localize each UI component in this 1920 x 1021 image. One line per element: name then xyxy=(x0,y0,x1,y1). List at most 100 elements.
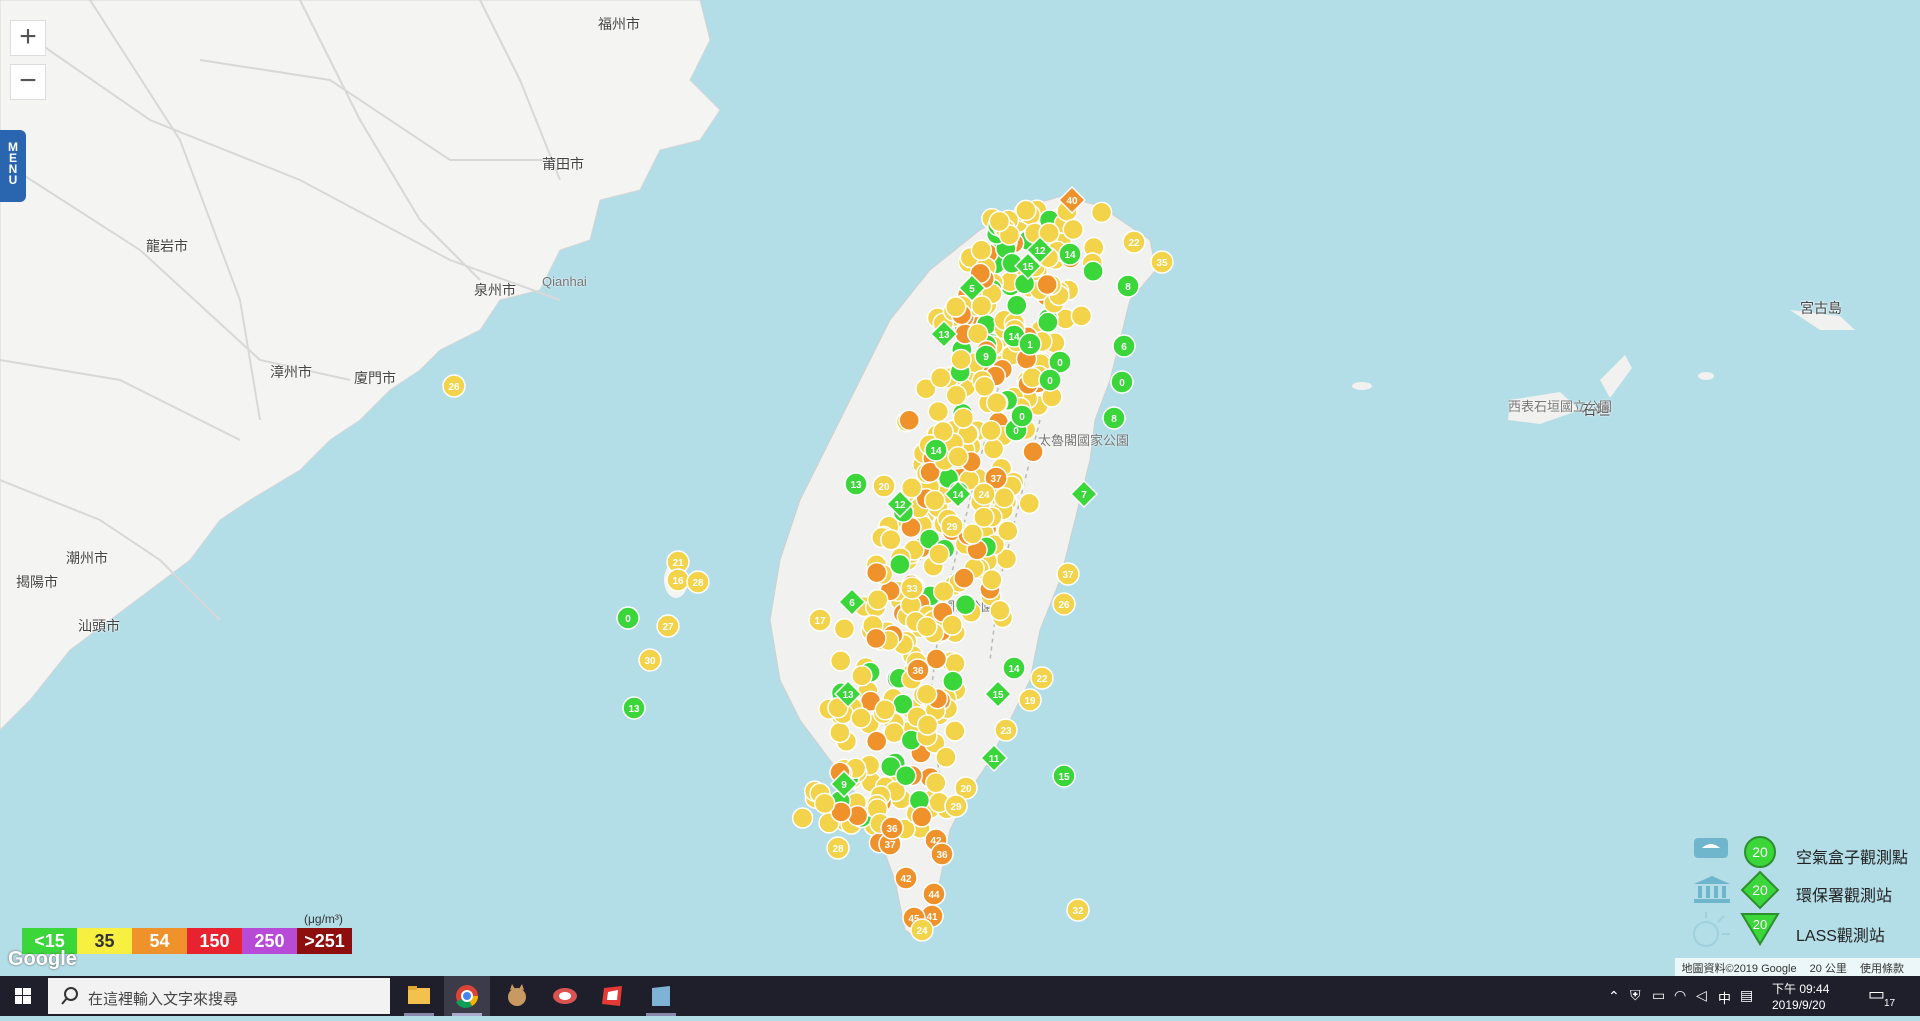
station-marker-labeled[interactable]: 11 xyxy=(979,743,1009,773)
station-marker[interactable] xyxy=(954,593,977,616)
taskbar-search-box[interactable]: 在這裡輸入文字來搜尋 xyxy=(48,978,390,1014)
station-marker[interactable] xyxy=(950,348,972,371)
station-marker[interactable] xyxy=(961,523,984,545)
station-marker[interactable] xyxy=(997,520,1019,542)
station-marker-labeled[interactable]: 26 xyxy=(442,374,466,398)
station-marker[interactable] xyxy=(916,616,938,638)
keyboard-icon[interactable]: ▤ xyxy=(1740,987,1753,1004)
station-marker[interactable] xyxy=(895,764,917,787)
station-marker-labeled[interactable]: 37 xyxy=(1056,562,1080,586)
station-marker[interactable] xyxy=(865,627,887,650)
station-marker-labeled[interactable]: 22 xyxy=(1030,666,1054,690)
zoom-in-button[interactable]: + xyxy=(10,20,46,56)
station-marker-labeled[interactable]: 19 xyxy=(1018,688,1042,712)
taskbar-app-4[interactable] xyxy=(542,976,588,1016)
station-marker-labeled[interactable]: 29 xyxy=(940,514,964,538)
station-marker[interactable] xyxy=(791,807,814,829)
station-marker[interactable] xyxy=(945,296,967,318)
station-marker[interactable] xyxy=(925,772,947,794)
station-marker[interactable] xyxy=(928,543,950,565)
map-scale[interactable]: 20 公里 xyxy=(1810,963,1847,975)
station-marker[interactable] xyxy=(898,409,920,432)
taskbar-chrome[interactable] xyxy=(444,976,490,1016)
ime-indicator[interactable]: 中 xyxy=(1718,988,1731,1007)
station-marker[interactable] xyxy=(1022,441,1044,463)
station-marker-labeled[interactable]: 15 xyxy=(1052,764,1076,788)
station-marker[interactable] xyxy=(850,707,872,729)
station-marker-labeled[interactable]: 9 xyxy=(974,344,998,368)
station-marker[interactable] xyxy=(1018,492,1041,515)
station-marker-labeled[interactable]: 23 xyxy=(994,718,1018,742)
station-marker[interactable] xyxy=(889,553,911,576)
station-marker[interactable] xyxy=(874,699,896,721)
chevron-up-icon[interactable]: ⌃ xyxy=(1608,988,1620,1005)
station-marker-labeled[interactable]: 7 xyxy=(1069,479,1099,509)
volume-icon[interactable]: ◁ xyxy=(1696,987,1707,1004)
station-marker[interactable] xyxy=(944,720,966,742)
station-marker-labeled[interactable]: 16 xyxy=(666,568,690,592)
station-marker[interactable] xyxy=(910,806,933,828)
station-marker[interactable] xyxy=(1015,199,1037,222)
station-marker-labeled[interactable]: 22 xyxy=(1122,230,1146,254)
station-marker-labeled[interactable]: 8 xyxy=(1116,274,1140,298)
station-marker[interactable] xyxy=(866,589,889,611)
station-marker-labeled[interactable]: 35 xyxy=(1150,250,1174,274)
station-marker[interactable] xyxy=(927,400,950,423)
station-marker[interactable] xyxy=(947,446,969,468)
station-marker[interactable] xyxy=(916,714,939,736)
station-marker-labeled[interactable]: 20 xyxy=(872,474,896,498)
station-marker-labeled[interactable]: 32 xyxy=(1066,898,1090,922)
station-marker[interactable] xyxy=(1062,218,1084,241)
station-marker[interactable] xyxy=(833,618,856,640)
station-marker[interactable] xyxy=(925,648,948,670)
station-marker-labeled[interactable]: 24 xyxy=(910,918,934,942)
station-marker[interactable] xyxy=(865,730,888,753)
station-marker[interactable] xyxy=(953,567,975,589)
taskbar-app-3[interactable] xyxy=(494,976,540,1016)
battery-icon[interactable]: ▭ xyxy=(1652,987,1665,1004)
station-marker-labeled[interactable]: 14 xyxy=(924,438,948,462)
station-marker[interactable] xyxy=(1090,201,1113,224)
station-marker[interactable] xyxy=(988,210,1011,233)
station-marker[interactable] xyxy=(813,792,836,815)
station-marker-labeled[interactable]: 8 xyxy=(1102,406,1126,430)
station-marker-labeled[interactable]: 0 xyxy=(1110,370,1134,394)
station-marker[interactable] xyxy=(981,569,1003,591)
station-marker-labeled[interactable]: 13 xyxy=(622,696,646,720)
station-marker-labeled[interactable]: 28 xyxy=(686,570,710,594)
station-marker-labeled[interactable]: 36 xyxy=(930,842,954,866)
station-marker-labeled[interactable]: 24 xyxy=(972,482,996,506)
notification-center-icon[interactable]: ▭ xyxy=(1868,984,1885,1005)
station-marker-labeled[interactable]: 36 xyxy=(906,658,930,682)
station-marker-labeled[interactable]: 33 xyxy=(900,576,924,600)
station-marker[interactable] xyxy=(1037,311,1059,334)
map-data-credit[interactable]: 地圖資料©2019 Google xyxy=(1681,963,1796,975)
station-marker-labeled[interactable]: 0 xyxy=(1010,404,1034,428)
station-marker-labeled[interactable]: 6 xyxy=(1112,334,1136,358)
station-marker[interactable] xyxy=(880,528,902,551)
station-marker-labeled[interactable]: 29 xyxy=(944,794,968,818)
station-marker-labeled[interactable]: 15 xyxy=(983,679,1013,709)
station-marker[interactable] xyxy=(829,721,851,744)
map-canvas[interactable]: 福州市莆田市龍岩市泉州市漳州市廈門市潮州市揭陽市汕頭市宮古島石垣太魯閣國家公園玉… xyxy=(0,0,1920,976)
station-marker[interactable] xyxy=(993,487,1016,509)
station-marker-labeled[interactable]: 44 xyxy=(922,882,946,906)
station-marker[interactable] xyxy=(982,438,1005,460)
station-marker[interactable] xyxy=(1082,260,1104,282)
station-marker-labeled[interactable]: 14 xyxy=(1058,242,1082,266)
antivirus-icon[interactable]: ⛨ xyxy=(1630,987,1641,1004)
station-marker[interactable] xyxy=(1006,294,1028,317)
station-marker-labeled[interactable]: 0 xyxy=(1038,368,1062,392)
start-button[interactable] xyxy=(0,976,46,1016)
station-marker-labeled[interactable]: 28 xyxy=(826,836,850,860)
station-marker[interactable] xyxy=(1036,273,1058,296)
taskbar-app-6[interactable] xyxy=(638,976,684,1016)
station-marker-labeled[interactable]: 36 xyxy=(880,816,904,840)
station-marker[interactable] xyxy=(989,599,1011,622)
station-marker-labeled[interactable]: 26 xyxy=(1052,592,1076,616)
station-marker-labeled[interactable]: 17 xyxy=(808,608,832,632)
station-marker[interactable] xyxy=(945,384,968,407)
station-marker[interactable] xyxy=(941,614,963,636)
station-marker-labeled[interactable]: 42 xyxy=(894,866,918,890)
wifi-icon[interactable]: ◠ xyxy=(1674,987,1686,1004)
